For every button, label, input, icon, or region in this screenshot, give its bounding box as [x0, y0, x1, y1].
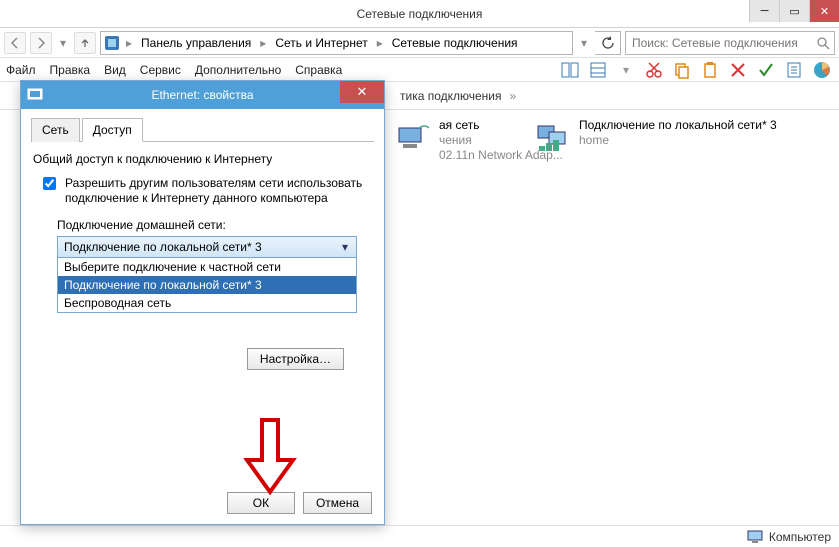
- window-titlebar: Сетевые подключения ─ ▭ ✕: [0, 0, 839, 28]
- breadcrumb-item[interactable]: Панель управления: [137, 32, 255, 54]
- cut-icon[interactable]: [643, 59, 665, 81]
- combo-selected[interactable]: Подключение по локальной сети* 3 ▾: [57, 236, 357, 258]
- paste-icon[interactable]: [699, 59, 721, 81]
- menu-edit[interactable]: Правка: [50, 63, 91, 77]
- combo-dropdown-list: Выберите подключение к частной сети Подк…: [57, 258, 357, 313]
- combo-label: Подключение домашней сети:: [57, 218, 374, 232]
- control-panel-icon: [103, 34, 121, 52]
- menu-view[interactable]: Вид: [104, 63, 126, 77]
- close-button[interactable]: ✕: [809, 0, 839, 22]
- cancel-button[interactable]: Отмена: [303, 492, 372, 514]
- forward-button[interactable]: [30, 32, 52, 54]
- back-icon: [9, 37, 21, 49]
- section-heading: Общий доступ к подключению к Интернету: [33, 152, 374, 166]
- combo-selected-text: Подключение по локальной сети* 3: [64, 240, 262, 254]
- separator: ▾: [615, 59, 637, 81]
- search-icon: [816, 36, 830, 50]
- combo-option-selected[interactable]: Подключение по локальной сети* 3: [58, 276, 356, 294]
- menu-tools[interactable]: Сервис: [140, 63, 181, 77]
- computer-icon: [747, 530, 763, 544]
- window-buttons: ─ ▭ ✕: [749, 0, 839, 22]
- history-dropdown[interactable]: ▾: [56, 32, 70, 54]
- home-connection-block: Подключение домашней сети: Подключение п…: [57, 218, 374, 313]
- breadcrumb-item[interactable]: Сеть и Интернет: [271, 32, 371, 54]
- address-dropdown[interactable]: ▾: [577, 32, 591, 54]
- allow-sharing-checkbox[interactable]: [43, 177, 56, 190]
- refresh-button[interactable]: [595, 31, 621, 55]
- menu-help[interactable]: Справка: [295, 63, 342, 77]
- delete-icon[interactable]: [727, 59, 749, 81]
- status-label: Компьютер: [769, 530, 831, 544]
- home-connection-combo[interactable]: Подключение по локальной сети* 3 ▾ Выбер…: [57, 236, 357, 313]
- properties-icon[interactable]: [783, 59, 805, 81]
- dialog-body: Сеть Доступ Общий доступ к подключению к…: [21, 109, 384, 524]
- allow-sharing-row: Разрешить другим пользователям сети испо…: [39, 176, 374, 206]
- shell-icon[interactable]: [811, 59, 833, 81]
- window-title: Сетевые подключения: [357, 7, 483, 21]
- command-item-label[interactable]: тика подключения: [400, 89, 502, 103]
- allow-control-checkbox[interactable]: [43, 272, 56, 285]
- menu-file[interactable]: Файл: [6, 63, 36, 77]
- views-icon[interactable]: [587, 59, 609, 81]
- maximize-button[interactable]: ▭: [779, 0, 809, 22]
- connection-title: Подключение по локальной сети* 3: [579, 118, 777, 133]
- search-box[interactable]: [625, 31, 835, 55]
- dialog-icon: [27, 86, 43, 102]
- connection-labels: Подключение по локальной сети* 3 home: [579, 118, 777, 148]
- combo-option[interactable]: Беспроводная сеть: [58, 294, 356, 312]
- annotation-arrow: [245, 420, 295, 500]
- lan-adapter-icon: [535, 118, 571, 154]
- chevron-right-icon: ▸: [258, 36, 268, 50]
- check-icon[interactable]: [755, 59, 777, 81]
- copy-icon[interactable]: [671, 59, 693, 81]
- connection-item[interactable]: Подключение по локальной сети* 3 home: [535, 118, 777, 154]
- properties-dialog: Ethernet: свойства ✕ Сеть Доступ Общий д…: [20, 80, 385, 525]
- chevron-expand-icon[interactable]: »: [510, 89, 517, 103]
- tab-sharing[interactable]: Доступ: [82, 118, 143, 142]
- refresh-icon: [601, 36, 615, 50]
- dialog-title: Ethernet: свойства: [151, 88, 253, 102]
- chevron-right-icon: ▸: [375, 36, 385, 50]
- status-right: Компьютер: [747, 530, 831, 544]
- chevron-right-icon: ▸: [124, 36, 134, 50]
- menu-bar: Файл Правка Вид Сервис Дополнительно Спр…: [0, 58, 839, 82]
- minimize-button[interactable]: ─: [749, 0, 779, 22]
- combo-option[interactable]: Выберите подключение к частной сети: [58, 258, 356, 276]
- search-input[interactable]: [630, 35, 810, 51]
- connection-status: home: [579, 133, 777, 148]
- allow-sharing-label: Разрешить другим пользователям сети испо…: [65, 176, 374, 206]
- breadcrumb-item[interactable]: Сетевые подключения: [388, 32, 522, 54]
- navigation-bar: ▾ ▸ Панель управления ▸ Сеть и Интернет …: [0, 28, 839, 58]
- wifi-adapter-icon: [395, 118, 431, 154]
- arrow-down-icon: [245, 420, 295, 500]
- tab-strip: Сеть Доступ: [31, 117, 374, 142]
- up-button[interactable]: [74, 32, 96, 54]
- menu-advanced[interactable]: Дополнительно: [195, 63, 281, 77]
- status-bar: Компьютер: [0, 525, 839, 547]
- settings-row: Настройка…: [31, 348, 344, 370]
- chevron-down-icon: ▾: [338, 240, 352, 254]
- dialog-titlebar[interactable]: Ethernet: свойства ✕: [21, 81, 384, 109]
- back-button[interactable]: [4, 32, 26, 54]
- organize-icon[interactable]: [559, 59, 581, 81]
- tab-network[interactable]: Сеть: [31, 118, 80, 142]
- settings-button[interactable]: Настройка…: [247, 348, 344, 370]
- dialog-close-button[interactable]: ✕: [340, 81, 384, 103]
- forward-icon: [35, 37, 47, 49]
- toolbar-icons: ▾: [559, 59, 833, 81]
- up-icon: [79, 37, 91, 49]
- address-bar[interactable]: ▸ Панель управления ▸ Сеть и Интернет ▸ …: [100, 31, 573, 55]
